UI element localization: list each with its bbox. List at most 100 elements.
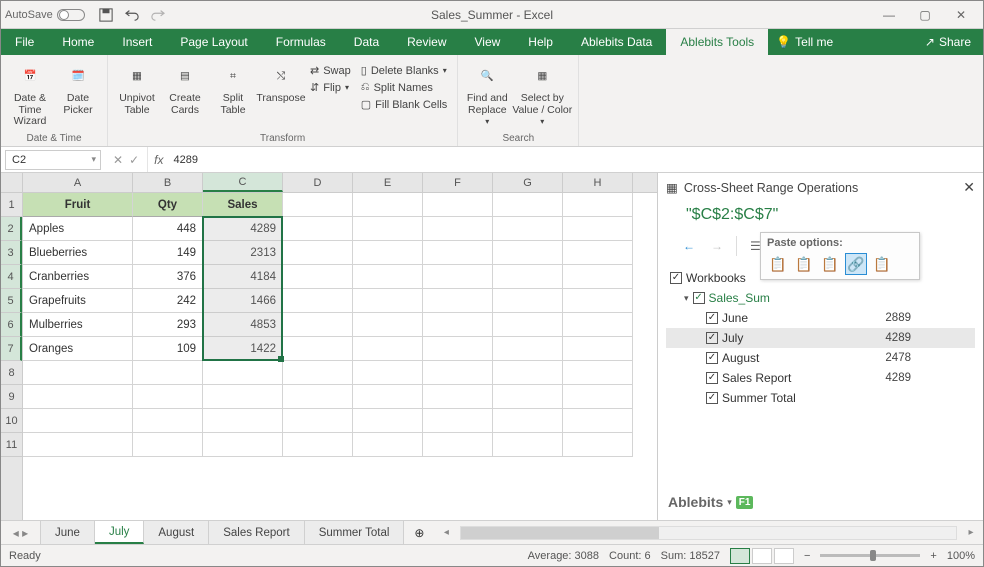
tab-data[interactable]: Data xyxy=(340,29,393,55)
split-names-button[interactable]: ⎌Split Names xyxy=(357,80,452,95)
cell[interactable] xyxy=(563,313,633,337)
page-break-button[interactable] xyxy=(774,548,794,564)
cancel-icon[interactable]: ✕ xyxy=(113,153,123,167)
cell[interactable]: Mulberries xyxy=(23,313,133,337)
tab-ablebits-tools[interactable]: Ablebits Tools xyxy=(666,29,768,55)
cell[interactable] xyxy=(203,409,283,433)
create-cards-button[interactable]: ▤Create Cards xyxy=(162,59,208,133)
select-by-button[interactable]: ▦Select by Value / Color▾ xyxy=(512,59,572,133)
sheet-tab[interactable]: July xyxy=(95,521,144,544)
row-header[interactable]: 2 xyxy=(1,217,22,241)
checkbox-icon[interactable] xyxy=(706,372,718,384)
cell[interactable] xyxy=(563,193,633,217)
cell[interactable]: 2313 xyxy=(203,241,283,265)
date-picker-button[interactable]: 🗓️Date Picker xyxy=(55,59,101,133)
cell[interactable]: Cranberries xyxy=(23,265,133,289)
date-time-wizard-button[interactable]: 📅Date & Time Wizard xyxy=(7,59,53,133)
column-header[interactable]: E xyxy=(353,173,423,192)
cell[interactable] xyxy=(23,385,133,409)
cell[interactable] xyxy=(283,241,353,265)
sheet-node[interactable]: June2889 xyxy=(666,308,975,328)
split-table-button[interactable]: ⌗Split Table xyxy=(210,59,256,133)
column-header[interactable]: F xyxy=(423,173,493,192)
checkbox-icon[interactable] xyxy=(670,272,682,284)
cell[interactable]: Fruit xyxy=(23,193,133,217)
cell[interactable] xyxy=(203,361,283,385)
cell[interactable] xyxy=(493,409,563,433)
cell[interactable] xyxy=(423,217,493,241)
transpose-button[interactable]: ⤭Transpose xyxy=(258,59,304,133)
sheet-tab[interactable]: Sales Report xyxy=(209,521,304,544)
checkbox-icon[interactable] xyxy=(693,292,705,304)
cell[interactable] xyxy=(423,433,493,457)
cell[interactable] xyxy=(23,409,133,433)
tab-view[interactable]: View xyxy=(461,29,515,55)
row-header[interactable]: 3 xyxy=(1,241,22,265)
normal-view-button[interactable] xyxy=(730,548,750,564)
cell[interactable] xyxy=(423,385,493,409)
zoom-slider[interactable] xyxy=(820,554,920,557)
zoom-out-button[interactable]: − xyxy=(804,550,810,562)
autosave-toggle[interactable]: AutoSave xyxy=(5,9,85,21)
cell[interactable] xyxy=(353,433,423,457)
cell[interactable]: 242 xyxy=(133,289,203,313)
cell[interactable] xyxy=(423,193,493,217)
cell[interactable]: Blueberries xyxy=(23,241,133,265)
flip-button[interactable]: ⇵Flip▾ xyxy=(306,80,355,95)
cell[interactable] xyxy=(493,337,563,361)
tab-home[interactable]: Home xyxy=(48,29,108,55)
row-header[interactable]: 1 xyxy=(1,193,22,217)
swap-button[interactable]: ⇄Swap xyxy=(306,63,355,78)
cell[interactable] xyxy=(423,337,493,361)
cell[interactable] xyxy=(133,385,203,409)
redo-button[interactable] xyxy=(149,6,167,24)
tab-help[interactable]: Help xyxy=(514,29,567,55)
cell[interactable] xyxy=(133,361,203,385)
cell[interactable] xyxy=(493,193,563,217)
cell[interactable] xyxy=(283,361,353,385)
paste-link-button[interactable]: 🔗 xyxy=(845,253,867,275)
cell[interactable] xyxy=(283,313,353,337)
share-button[interactable]: ↗ Share xyxy=(913,29,983,55)
cell[interactable] xyxy=(283,409,353,433)
zoom-level[interactable]: 100% xyxy=(947,550,975,562)
cell[interactable]: Grapefruits xyxy=(23,289,133,313)
row-header[interactable]: 8 xyxy=(1,361,22,385)
cell[interactable] xyxy=(283,433,353,457)
find-replace-button[interactable]: 🔍Find and Replace▾ xyxy=(464,59,510,133)
paste-formulas-button[interactable]: 📋 xyxy=(819,253,841,275)
cell[interactable] xyxy=(353,217,423,241)
cell[interactable] xyxy=(563,241,633,265)
cell[interactable] xyxy=(353,409,423,433)
cell[interactable]: 293 xyxy=(133,313,203,337)
row-header[interactable]: 6 xyxy=(1,313,22,337)
name-box[interactable]: C2 xyxy=(5,150,101,170)
cell[interactable]: Qty xyxy=(133,193,203,217)
column-header[interactable]: G xyxy=(493,173,563,192)
row-header[interactable]: 9 xyxy=(1,385,22,409)
cell[interactable] xyxy=(423,409,493,433)
cell[interactable] xyxy=(493,241,563,265)
cell[interactable] xyxy=(563,337,633,361)
fx-icon[interactable]: fx xyxy=(154,153,163,167)
add-sheet-button[interactable]: ⊕ xyxy=(404,521,434,544)
cell[interactable] xyxy=(283,289,353,313)
row-header[interactable]: 4 xyxy=(1,265,22,289)
help-badge[interactable]: F1 xyxy=(736,496,754,509)
checkbox-icon[interactable] xyxy=(706,312,718,324)
sheet-tab[interactable]: August xyxy=(144,521,209,544)
cell[interactable] xyxy=(563,433,633,457)
cell[interactable] xyxy=(283,337,353,361)
sheet-nav[interactable]: ◂ ▸ xyxy=(1,521,41,544)
cell[interactable]: Oranges xyxy=(23,337,133,361)
unpivot-button[interactable]: ▦Unpivot Table xyxy=(114,59,160,133)
row-header[interactable]: 11 xyxy=(1,433,22,457)
column-header[interactable]: D xyxy=(283,173,353,192)
cell[interactable] xyxy=(353,289,423,313)
cell[interactable] xyxy=(423,289,493,313)
cell[interactable] xyxy=(493,217,563,241)
delete-blanks-button[interactable]: ▯Delete Blanks▾ xyxy=(357,63,452,78)
cell[interactable] xyxy=(353,193,423,217)
row-header[interactable]: 7 xyxy=(1,337,22,361)
cell[interactable] xyxy=(563,217,633,241)
